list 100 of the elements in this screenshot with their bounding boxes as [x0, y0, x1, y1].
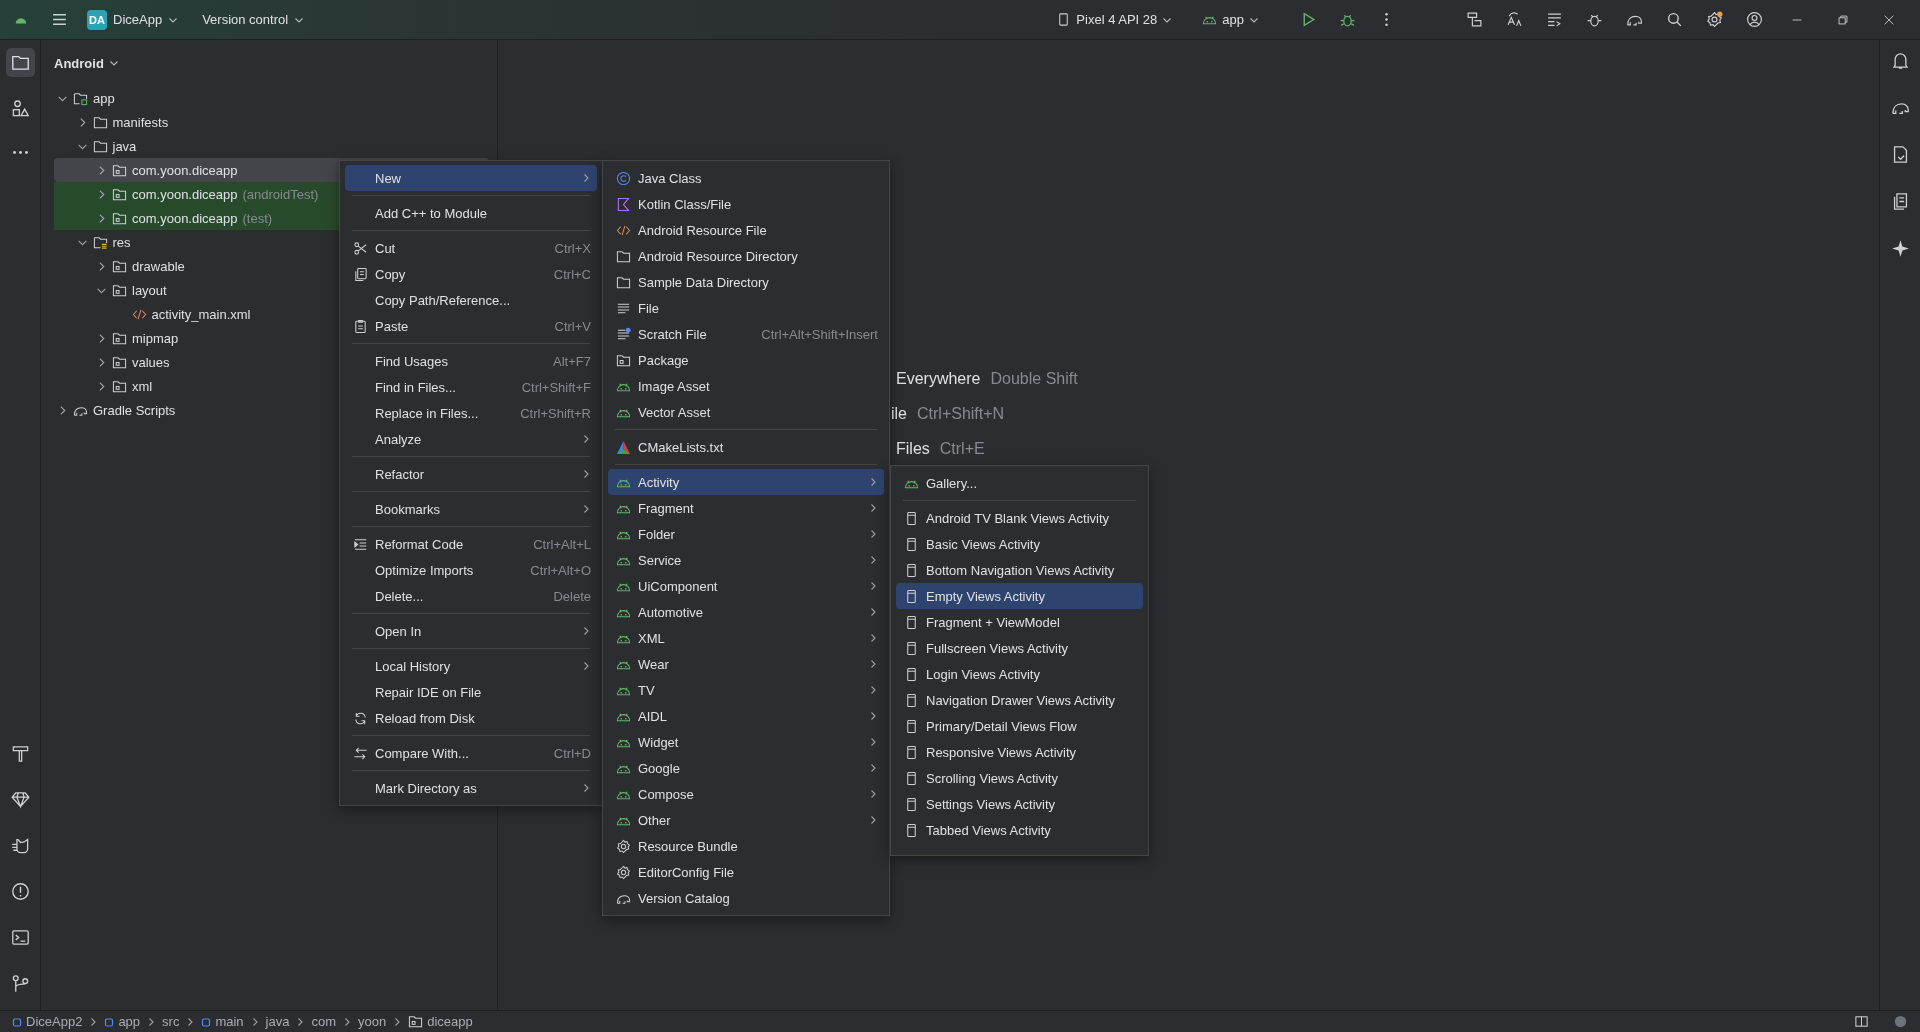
- menu-item[interactable]: Android Resource File: [608, 217, 884, 243]
- menu-item[interactable]: Optimize Imports Ctrl+Alt+O: [345, 557, 597, 583]
- breadcrumb-item[interactable]: com: [311, 1014, 337, 1029]
- breadcrumb-item[interactable]: diceapp: [408, 1014, 473, 1029]
- menu-item[interactable]: Settings Views Activity: [896, 791, 1143, 817]
- menu-item[interactable]: Scrolling Views Activity: [896, 765, 1143, 791]
- menu-item[interactable]: Navigation Drawer Views Activity: [896, 687, 1143, 713]
- version-control-dropdown[interactable]: Version control: [202, 12, 305, 27]
- shortcut-label: Ctrl+Alt+Shift+Insert: [761, 326, 878, 342]
- menu-item[interactable]: Gallery...: [896, 470, 1143, 496]
- menu-item[interactable]: Package: [608, 347, 884, 373]
- package-folder-icon: [408, 1014, 424, 1029]
- shortcut-label: Ctrl+C: [553, 266, 591, 282]
- menu-item[interactable]: Analyze: [345, 426, 597, 452]
- menu-item[interactable]: Login Views Activity: [896, 661, 1143, 687]
- device-label: Pixel 4 API 28: [1076, 12, 1158, 27]
- menu-item[interactable]: Resource Bundle: [608, 833, 884, 859]
- menu-item[interactable]: Refactor: [345, 461, 597, 487]
- menu-item[interactable]: File: [608, 295, 884, 321]
- account-icon[interactable]: [1745, 11, 1763, 28]
- menu-item[interactable]: Mark Directory as: [345, 775, 597, 801]
- project-view-dropdown[interactable]: Android: [41, 40, 497, 86]
- menu-item[interactable]: Paste Ctrl+V: [345, 313, 597, 339]
- menu-item[interactable]: Google: [608, 755, 884, 781]
- menu-item[interactable]: Delete... Delete: [345, 583, 597, 609]
- menu-item[interactable]: Basic Views Activity: [896, 531, 1143, 557]
- menu-item[interactable]: Fragment + ViewModel: [896, 609, 1143, 635]
- menu-item[interactable]: Find Usages Alt+F7: [345, 348, 597, 374]
- folder-icon: [616, 248, 631, 264]
- shortcut-label: Ctrl+Shift+R: [520, 405, 591, 421]
- menu-item[interactable]: Tabbed Views Activity: [896, 817, 1143, 843]
- menu-item[interactable]: Repair IDE on File: [345, 679, 597, 705]
- settings-icon[interactable]: [1705, 11, 1723, 28]
- menu-item[interactable]: Wear: [608, 651, 884, 677]
- breadcrumb-item[interactable]: java: [265, 1014, 290, 1029]
- menu-item[interactable]: Widget: [608, 729, 884, 755]
- menu-item[interactable]: Service: [608, 547, 884, 573]
- menu-item[interactable]: Other: [608, 807, 884, 833]
- list-icon[interactable]: [1545, 11, 1563, 28]
- menu-item[interactable]: Fullscreen Views Activity: [896, 635, 1143, 661]
- menu-icon[interactable]: [51, 11, 68, 28]
- tree-item[interactable]: app: [54, 86, 489, 110]
- menu-item[interactable]: Android Resource Directory: [608, 243, 884, 269]
- menu-item[interactable]: Sample Data Directory: [608, 269, 884, 295]
- menu-item[interactable]: Java Class: [608, 165, 884, 191]
- menu-item[interactable]: Bookmarks: [345, 496, 597, 522]
- menu-item[interactable]: XML: [608, 625, 884, 651]
- menu-item[interactable]: Copy Ctrl+C: [345, 261, 597, 287]
- folder-icon[interactable]: [5, 48, 35, 77]
- panel-icon[interactable]: [1854, 1014, 1869, 1029]
- menu-item[interactable]: Version Catalog: [608, 885, 884, 911]
- menu-item[interactable]: Find in Files... Ctrl+Shift+F: [345, 374, 597, 400]
- file-stack-icon[interactable]: [1465, 11, 1483, 28]
- maximize-button[interactable]: [1836, 12, 1850, 27]
- menu-item[interactable]: Compose: [608, 781, 884, 807]
- menu-item[interactable]: UiComponent: [608, 573, 884, 599]
- breadcrumb-item[interactable]: main: [201, 1014, 244, 1029]
- breadcrumb-item[interactable]: yoon: [358, 1014, 387, 1029]
- circle-icon[interactable]: [1893, 1014, 1908, 1029]
- menu-item[interactable]: Cut Ctrl+X: [345, 235, 597, 261]
- menu-item[interactable]: Folder: [608, 521, 884, 547]
- tree-item[interactable]: java: [54, 134, 489, 158]
- menu-item[interactable]: Replace in Files... Ctrl+Shift+R: [345, 400, 597, 426]
- menu-item[interactable]: Compare With... Ctrl+D: [345, 740, 597, 766]
- search-icon[interactable]: [1665, 11, 1683, 28]
- menu-item[interactable]: Vector Asset: [608, 399, 884, 425]
- menu-item[interactable]: TV: [608, 677, 884, 703]
- menu-item[interactable]: Image Asset: [608, 373, 884, 399]
- hint-shortcut: Double Shift: [990, 370, 1078, 388]
- menu-item[interactable]: New: [345, 165, 597, 191]
- shortcut-label: Ctrl+Alt+L: [533, 536, 591, 552]
- menu-item[interactable]: Fragment: [608, 495, 884, 521]
- scratch-file-icon: [616, 326, 631, 342]
- menu-item[interactable]: Reload from Disk: [345, 705, 597, 731]
- menu-item[interactable]: Local History: [345, 653, 597, 679]
- menu-item[interactable]: Android TV Blank Views Activity: [896, 505, 1143, 531]
- phone-screen-icon: [904, 614, 919, 630]
- menu-item[interactable]: Copy Path/Reference...: [345, 287, 597, 313]
- breadcrumb-item[interactable]: src: [162, 1014, 180, 1029]
- menu-item[interactable]: EditorConfig File: [608, 859, 884, 885]
- tree-item[interactable]: manifests: [54, 110, 489, 134]
- menu-item[interactable]: CMakeLists.txt: [608, 434, 884, 460]
- hint-shortcut: Ctrl+E: [939, 440, 985, 458]
- menu-item[interactable]: Primary/Detail Views Flow: [896, 713, 1143, 739]
- menu-item[interactable]: Bottom Navigation Views Activity: [896, 557, 1143, 583]
- device-dropdown[interactable]: Pixel 4 API 28: [1056, 12, 1173, 27]
- translate-icon[interactable]: [1505, 11, 1523, 28]
- menu-item[interactable]: Responsive Views Activity: [896, 739, 1143, 765]
- run-config-dropdown[interactable]: app: [1202, 12, 1259, 27]
- menu-item[interactable]: Open In: [345, 618, 597, 644]
- menu-item[interactable]: Scratch File Ctrl+Alt+Shift+Insert: [608, 321, 884, 347]
- breadcrumb-item[interactable]: DiceApp2: [12, 1014, 83, 1029]
- breadcrumb-item[interactable]: app: [104, 1014, 141, 1029]
- menu-item[interactable]: Kotlin Class/File: [608, 191, 884, 217]
- project-switcher[interactable]: DA DiceApp: [87, 9, 179, 30]
- menu-item[interactable]: AIDL: [608, 703, 884, 729]
- menu-item[interactable]: Activity: [608, 469, 884, 495]
- menu-item[interactable]: Automotive: [608, 599, 884, 625]
- menu-item[interactable]: Empty Views Activity: [896, 583, 1143, 609]
- menu-item[interactable]: Reformat Code Ctrl+Alt+L: [345, 531, 597, 557]
